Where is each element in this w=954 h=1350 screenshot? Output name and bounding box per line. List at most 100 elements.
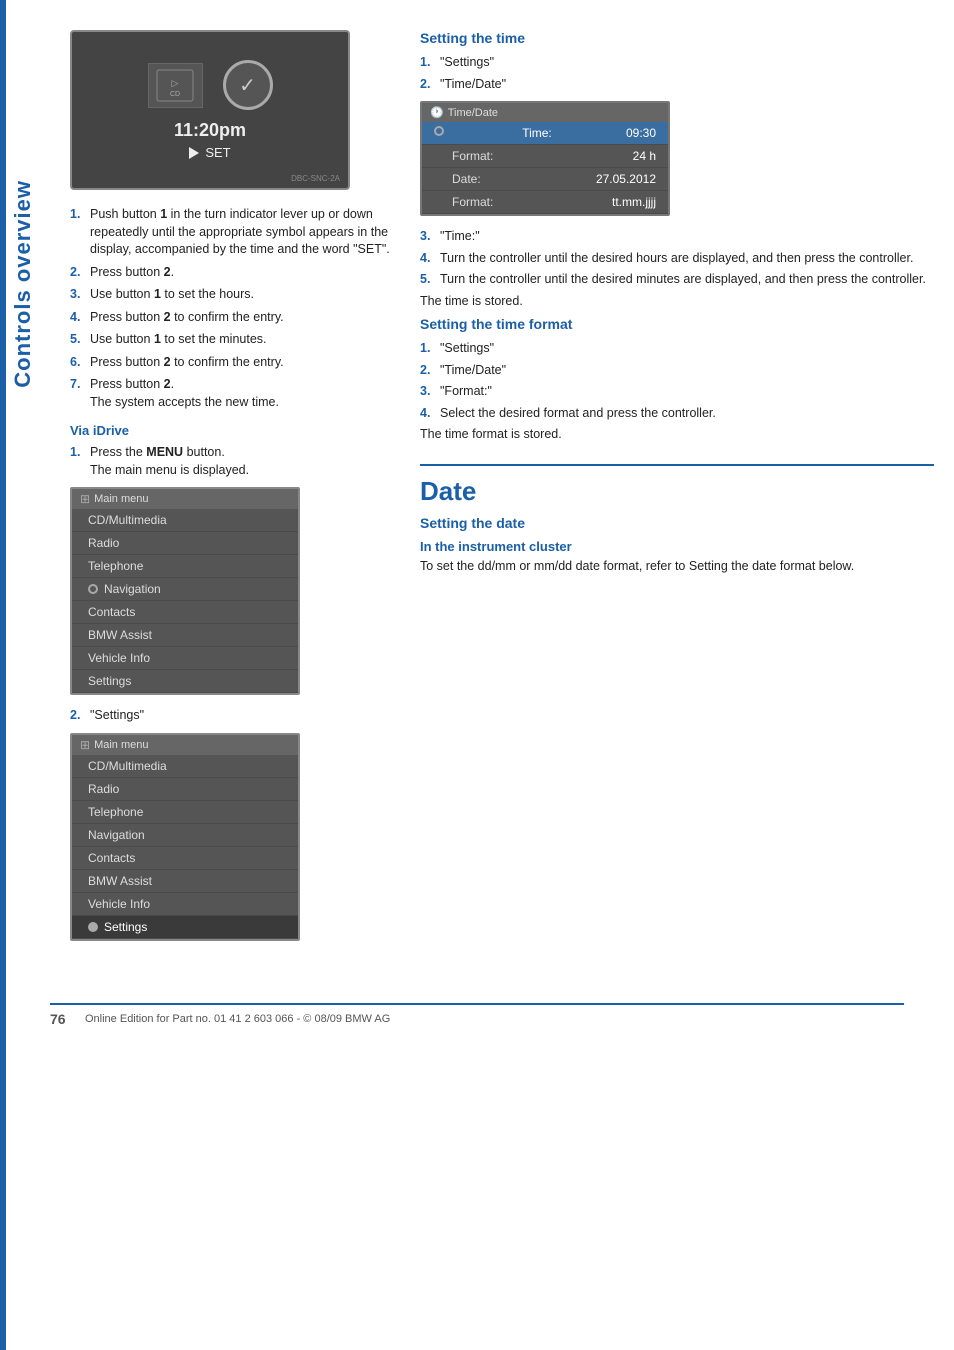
menu-indicator xyxy=(88,584,98,594)
timedate-rows: Time:09:30Format:24 hDate:27.05.2012Form… xyxy=(422,122,668,214)
time-format-step-num: 2. xyxy=(420,362,434,380)
step-num: 6. xyxy=(70,354,84,372)
step2-text: "Settings" xyxy=(90,707,144,725)
step2: 2. "Settings" xyxy=(70,707,390,725)
timedate-row-value: 09:30 xyxy=(626,126,656,140)
timedate-row-label: Format: xyxy=(452,195,493,209)
menu1-item: CD/Multimedia xyxy=(72,509,298,532)
time-format-step-item: 1. "Settings" xyxy=(420,340,934,358)
menu1-item: Navigation xyxy=(72,578,298,601)
in-instrument-cluster-title: In the instrument cluster xyxy=(420,539,934,554)
step-num: 2. xyxy=(70,264,84,282)
menu1-icon: ⊞ xyxy=(80,492,90,506)
menu1-item: Vehicle Info xyxy=(72,647,298,670)
time-format-step-text: Select the desired format and press the … xyxy=(440,405,716,423)
menu2-titlebar: ⊞ Main menu xyxy=(72,735,298,755)
menu2-items: CD/MultimediaRadioTelephoneNavigationCon… xyxy=(72,755,298,939)
step-item: 1.Push button 1 in the turn indicator le… xyxy=(70,206,390,259)
timedate-icon: 🕐 xyxy=(430,106,444,119)
step-item: 5. Use button 1 to set the minutes. xyxy=(70,331,390,349)
time-format-step-text: "Settings" xyxy=(440,340,494,358)
menu2-title: Main menu xyxy=(94,739,148,751)
step-item: 2. Press button 2. xyxy=(70,264,390,282)
setting-time-format-title: Setting the time format xyxy=(420,316,934,332)
menu2-item: Vehicle Info xyxy=(72,893,298,916)
step-after-num: 4. xyxy=(420,250,434,268)
timedate-titlebar: 🕐 Time/Date xyxy=(422,103,668,122)
setting-date-title: Setting the date xyxy=(420,515,934,531)
cluster-watermark: DBC-SNC-2A xyxy=(291,174,340,183)
step-num: 4. xyxy=(70,309,84,327)
svg-text:▷: ▷ xyxy=(172,78,179,88)
time-format-steps: 1. "Settings" 2. "Time/Date" 3."Format:" 4. Se… xyxy=(420,340,934,422)
cluster-circle: ✓ xyxy=(223,60,273,110)
step-after-item: 3."Time:" xyxy=(420,228,934,246)
menu1-item: BMW Assist xyxy=(72,624,298,647)
step-after-text: Turn the controller until the desired mi… xyxy=(440,271,926,289)
menu1-item: Settings xyxy=(72,670,298,693)
step-text: Use button 1 to set the minutes. xyxy=(90,331,267,349)
in-instrument-cluster-text: To set the dd/mm or mm/dd date format, r… xyxy=(420,558,934,576)
setting-time-title: Setting the time xyxy=(420,30,934,46)
step-num: 7. xyxy=(70,376,84,411)
time-stored-note: The time is stored. xyxy=(420,293,934,311)
step-num: 5. xyxy=(70,331,84,349)
via-idrive-step1-num: 1. xyxy=(70,444,84,479)
timedate-row: Format: 24 h xyxy=(422,145,668,168)
steps-list: 1.Push button 1 in the turn indicator le… xyxy=(70,206,390,411)
timedate-row-label: Format: xyxy=(452,149,493,163)
menu2-item: Contacts xyxy=(72,847,298,870)
step-after-num: 5. xyxy=(420,271,434,289)
timedate-row-value: 24 h xyxy=(633,149,656,163)
step-num: 1. xyxy=(70,206,84,259)
setting-time-step1-text: "Settings" xyxy=(440,54,494,72)
menu1-title: Main menu xyxy=(94,493,148,505)
timedate-row: Time: 09:30 xyxy=(422,122,668,145)
menu1-item: Radio xyxy=(72,532,298,555)
left-accent-bar xyxy=(0,0,6,1350)
time-format-step-item: 3."Format:" xyxy=(420,383,934,401)
menu2-item: Settings xyxy=(72,916,298,939)
step-after-item: 5. Turn the controller until the desired … xyxy=(420,271,934,289)
time-format-step-num: 1. xyxy=(420,340,434,358)
setting-time-step1: 1. "Settings" xyxy=(420,54,934,72)
cluster-set-label: SET xyxy=(205,145,230,160)
step-item: 7.Press button 2.The system accepts the … xyxy=(70,376,390,411)
svg-text:CD: CD xyxy=(170,91,180,98)
menu2-screenshot: ⊞ Main menu CD/MultimediaRadioTelephoneN… xyxy=(70,733,300,941)
step-after-num: 3. xyxy=(420,228,434,246)
timedate-row: Format: tt.mm.jjjj xyxy=(422,191,668,214)
footer: 76 Online Edition for Part no. 01 41 2 6… xyxy=(50,1003,904,1027)
menu2-item: Telephone xyxy=(72,801,298,824)
via-idrive-heading: Via iDrive xyxy=(70,423,390,438)
date-heading: Date xyxy=(420,464,934,507)
setting-time-step2-num: 2. xyxy=(420,76,434,94)
cluster-set: SET xyxy=(189,145,230,160)
cluster-image: ▷ CD ✓ 11:20pm SET DBC-SNC-2A xyxy=(70,30,350,190)
step-item: 4.Press button 2 to confirm the entry. xyxy=(70,309,390,327)
menu-indicator xyxy=(88,922,98,932)
timedate-row-label: Time: xyxy=(522,126,552,140)
steps-after: 3."Time:" 4. Turn the controller until the… xyxy=(420,228,934,289)
timedate-row: Date:27.05.2012 xyxy=(422,168,668,191)
step-num: 3. xyxy=(70,286,84,304)
step2-num: 2. xyxy=(70,707,84,725)
right-column: Setting the time 1. "Settings" 2. "Time/… xyxy=(420,30,934,953)
menu1-item: Telephone xyxy=(72,555,298,578)
menu1-screenshot: ⊞ Main menu CD/MultimediaRadioTelephoneN… xyxy=(70,487,300,695)
timedate-indicator xyxy=(434,126,444,136)
menu1-items: CD/MultimediaRadioTelephoneNavigationCon… xyxy=(72,509,298,693)
via-idrive-step1: 1. Press the MENU button.The main menu i… xyxy=(70,444,390,479)
timedate-row-value: tt.mm.jjjj xyxy=(612,195,656,209)
step-after-text: Turn the controller until the desired ho… xyxy=(440,250,913,268)
timedate-row-value: 27.05.2012 xyxy=(596,172,656,186)
time-format-step-text: "Format:" xyxy=(440,383,492,401)
step-text: Press button 2. xyxy=(90,264,174,282)
main-content: ▷ CD ✓ 11:20pm SET DBC-SNC-2A 1.Push but… xyxy=(50,0,954,983)
time-format-step-num: 4. xyxy=(420,405,434,423)
time-format-step-text: "Time/Date" xyxy=(440,362,506,380)
step-item: 6.Press button 2 to confirm the entry. xyxy=(70,354,390,372)
menu2-item: Radio xyxy=(72,778,298,801)
menu2-item: CD/Multimedia xyxy=(72,755,298,778)
menu1-titlebar: ⊞ Main menu xyxy=(72,489,298,509)
